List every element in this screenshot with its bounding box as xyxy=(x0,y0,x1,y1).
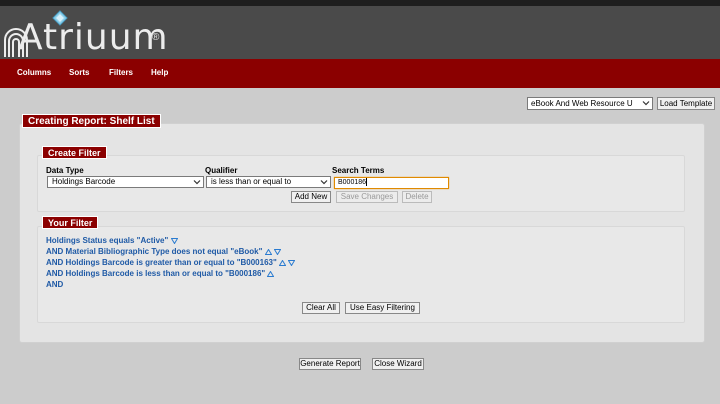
qualifier-value: is less than or equal to xyxy=(211,177,292,186)
close-wizard-button[interactable]: Close Wizard xyxy=(372,358,424,370)
filter-text: AND xyxy=(46,280,64,289)
nav-columns[interactable]: Columns xyxy=(17,68,51,77)
move-up-icon[interactable] xyxy=(267,270,275,277)
app-header: Atriuum ® xyxy=(0,6,720,59)
filter-text: AND Material Bibliographic Type does not… xyxy=(46,247,263,256)
text-cursor xyxy=(366,178,368,187)
your-filter-title: Your Filter xyxy=(42,216,99,229)
move-up-icon[interactable] xyxy=(264,248,272,255)
qualifier-label: Qualifier xyxy=(205,166,238,175)
chevron-down-icon xyxy=(642,101,650,106)
filter-line[interactable]: AND Holdings Barcode is greater than or … xyxy=(46,258,296,267)
generate-report-button[interactable]: Generate Report xyxy=(299,358,361,370)
atriuum-logo: Atriuum ® xyxy=(4,10,168,60)
filter-text: AND Holdings Barcode is greater than or … xyxy=(46,258,277,267)
nav-help[interactable]: Help xyxy=(151,68,168,77)
data-type-value: Holdings Barcode xyxy=(52,177,116,186)
move-down-icon[interactable] xyxy=(273,248,282,256)
move-up-icon[interactable] xyxy=(278,259,287,266)
registered-mark: ® xyxy=(152,32,160,43)
filter-text: Holdings Status equals "Active" xyxy=(46,236,169,245)
nav-sorts[interactable]: Sorts xyxy=(69,68,89,77)
move-down-icon[interactable] xyxy=(287,259,296,267)
search-terms-label: Search Terms xyxy=(332,166,385,175)
load-template-button[interactable]: Load Template xyxy=(657,97,715,110)
template-select-value: eBook And Web Resource U xyxy=(531,99,633,108)
chevron-down-icon xyxy=(320,180,328,185)
data-type-select[interactable]: Holdings Barcode xyxy=(47,176,204,188)
clear-all-button[interactable]: Clear All xyxy=(302,302,340,314)
report-title: Creating Report: Shelf List xyxy=(22,114,161,128)
move-down-icon[interactable] xyxy=(170,237,178,245)
save-changes-button[interactable]: Save Changes xyxy=(336,191,398,203)
filter-line[interactable]: AND Material Bibliographic Type does not… xyxy=(46,247,282,256)
data-type-label: Data Type xyxy=(46,166,84,175)
create-filter-title: Create Filter xyxy=(42,146,107,159)
filter-line[interactable]: Holdings Status equals "Active" xyxy=(46,236,178,245)
filter-line[interactable]: AND xyxy=(46,280,63,289)
template-select[interactable]: eBook And Web Resource U xyxy=(527,97,653,110)
main-nav: Columns Sorts Filters Help xyxy=(0,59,720,88)
filter-line[interactable]: AND Holdings Barcode is less than or equ… xyxy=(46,269,275,278)
filter-text: AND Holdings Barcode is less than or equ… xyxy=(46,269,266,278)
search-terms-input[interactable]: B000186 xyxy=(334,177,449,189)
search-terms-value: B000186 xyxy=(338,179,367,186)
use-easy-filtering-button[interactable]: Use Easy Filtering xyxy=(345,302,420,314)
delete-button[interactable]: Delete xyxy=(402,191,432,203)
nav-filters[interactable]: Filters xyxy=(109,68,133,77)
qualifier-select[interactable]: is less than or equal to xyxy=(206,176,331,188)
add-new-button[interactable]: Add New xyxy=(291,191,331,203)
chevron-down-icon xyxy=(193,180,201,185)
logo-text: Atriuum xyxy=(18,17,169,58)
